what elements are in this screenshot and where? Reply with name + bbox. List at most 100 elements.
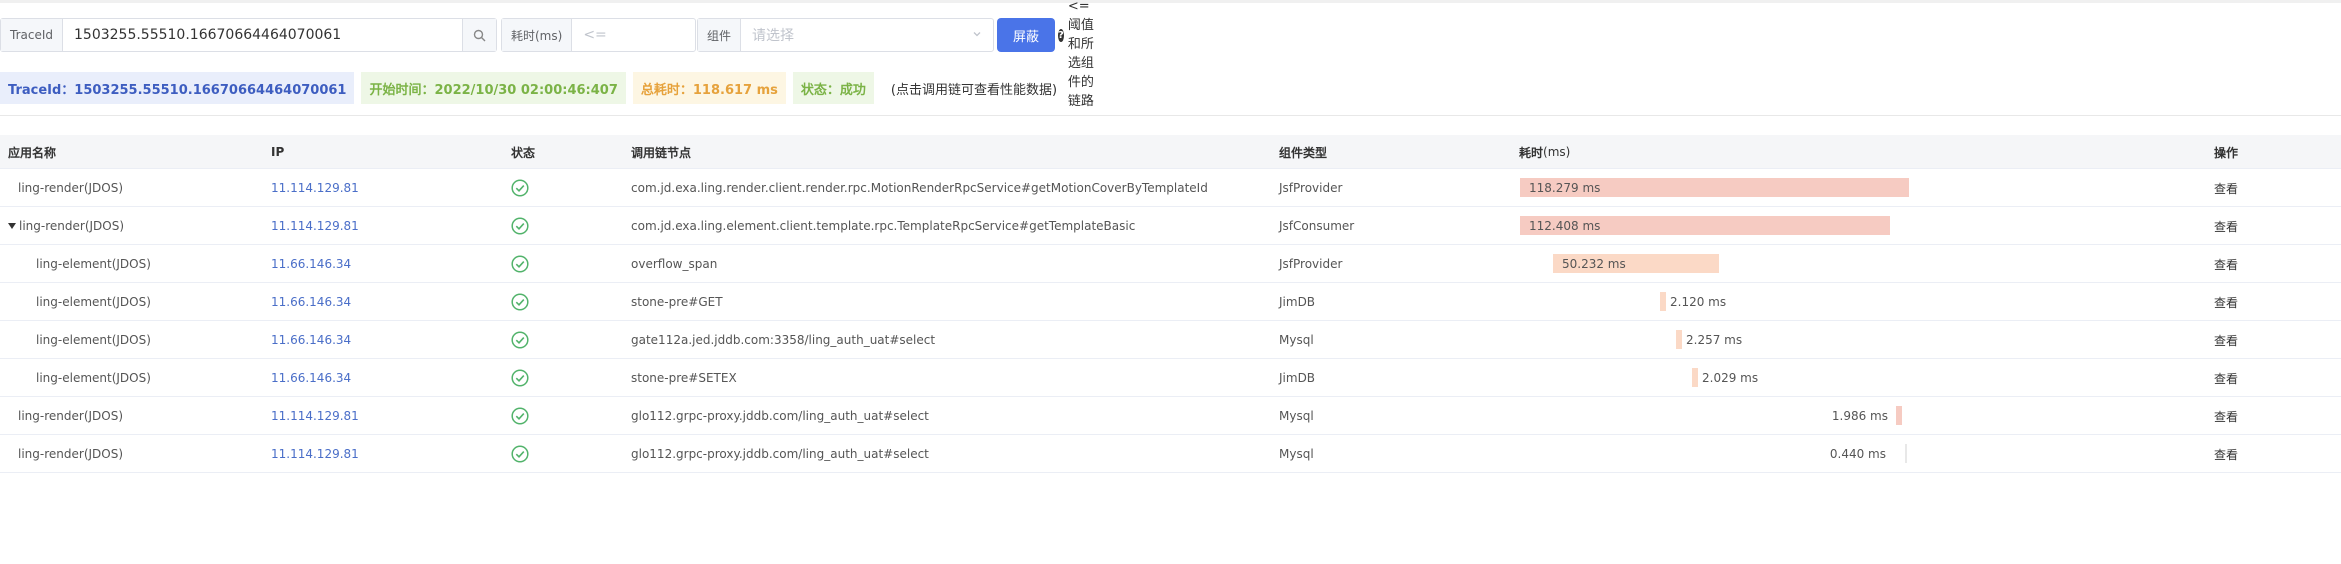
app-name-cell: ling-render(JDOS) [8, 207, 124, 245]
app-name: ling-element(JDOS) [36, 257, 151, 271]
app-name: ling-render(JDOS) [18, 447, 124, 461]
summary-hint: (点击调用链可查看性能数据) [890, 82, 1058, 98]
component-type: JsfProvider [1279, 181, 1343, 195]
duration-bar[interactable] [1905, 444, 1907, 463]
duration-bar[interactable]: 50.232 ms [1553, 254, 1719, 273]
component-type: JimDB [1279, 295, 1316, 309]
duration-value: 2.120 ms [1670, 295, 1727, 309]
call-node[interactable]: stone-pre#SETEX [631, 359, 737, 397]
call-node[interactable]: overflow_span [631, 245, 717, 283]
table-row[interactable]: ling-render(JDOS) 11.114.129.81 glo112.g… [0, 397, 2341, 435]
caret-down-icon[interactable] [8, 223, 16, 229]
header-type: 组件类型 [1279, 145, 1328, 160]
question-icon[interactable]: ? [1058, 28, 1064, 42]
traceid-label: TraceId [1, 19, 63, 51]
filter-button[interactable]: 屏蔽 [997, 18, 1055, 52]
view-link[interactable]: 查看 [2214, 359, 2238, 397]
component-label: 组件 [698, 19, 742, 51]
view-link[interactable]: 查看 [2214, 435, 2238, 473]
ip-link[interactable]: 11.66.146.34 [271, 283, 351, 321]
header-ip: IP [271, 145, 285, 159]
component-type: Mysql [1279, 333, 1314, 347]
table-row[interactable]: ling-element(JDOS) 11.66.146.34 gate112a… [0, 321, 2341, 359]
table-row[interactable]: ling-element(JDOS) 11.66.146.34 overflow… [0, 245, 2341, 283]
summary-traceid: TraceId：1503255.55510.16670664464070061 [0, 72, 355, 104]
view-link[interactable]: 查看 [2214, 207, 2238, 245]
duration-bar[interactable] [1896, 406, 1902, 425]
chevron-down-icon [972, 27, 982, 43]
summary-total-time: 总耗时：118.617 ms [632, 72, 786, 104]
duration-bar[interactable] [1676, 330, 1682, 349]
ip-link[interactable]: 11.66.146.34 [271, 359, 351, 397]
duration-label: 耗时(ms) [502, 19, 573, 51]
section-divider [0, 115, 2341, 116]
app-name: ling-render(JDOS) [18, 181, 124, 195]
header-app: 应用名称 [8, 145, 57, 160]
header-duration-unit: (ms) [1543, 145, 1571, 159]
component-select[interactable]: 请选择 [741, 19, 993, 51]
view-link[interactable]: 查看 [2214, 321, 2238, 359]
header-status: 状态 [511, 145, 536, 160]
duration-bar[interactable]: 118.279 ms [1520, 178, 1909, 197]
table-header: 应用名称 IP 状态 调用链节点 组件类型 耗时 (ms) 操作 [0, 135, 2341, 169]
call-node[interactable]: com.jd.exa.ling.element.client.template.… [631, 207, 1135, 245]
app-name: ling-render(JDOS) [18, 409, 124, 423]
duration-value: 2.029 ms [1702, 371, 1759, 385]
traceid-input-group: TraceId 1503255.55510.16670664464070061 [0, 18, 497, 52]
component-type: Mysql [1279, 447, 1314, 461]
summary-status: 状态：成功 [792, 72, 874, 104]
table-row[interactable]: ling-render(JDOS) 11.114.129.81 glo112.g… [0, 435, 2341, 473]
call-node[interactable]: stone-pre#GET [631, 283, 723, 321]
table-row[interactable]: ling-element(JDOS) 11.66.146.34 stone-pr… [0, 359, 2341, 397]
search-icon[interactable] [462, 19, 496, 51]
duration-input[interactable]: <= [572, 19, 695, 51]
ip-link[interactable]: 11.114.129.81 [271, 435, 359, 473]
header-node: 调用链节点 [631, 145, 692, 160]
ip-link[interactable]: 11.66.146.34 [271, 245, 351, 283]
app-name: ling-element(JDOS) [36, 295, 151, 309]
check-circle-icon [511, 397, 529, 435]
duration-input-group: 耗时(ms) <= [501, 18, 696, 52]
call-node[interactable]: glo112.grpc-proxy.jddb.com/ling_auth_uat… [631, 397, 929, 435]
trace-table: 应用名称 IP 状态 调用链节点 组件类型 耗时 (ms) 操作 ling-ren… [0, 135, 2341, 473]
check-circle-icon [511, 435, 529, 473]
help-hint: ? 过滤耗时<=阈值和所选组件的链路 [1058, 0, 1100, 109]
duration-bar[interactable] [1692, 368, 1698, 387]
ip-link[interactable]: 11.114.129.81 [271, 397, 359, 435]
view-link[interactable]: 查看 [2214, 245, 2238, 283]
check-circle-icon [511, 283, 529, 321]
component-select-group: 组件 请选择 [697, 18, 994, 52]
table-row[interactable]: ling-render(JDOS) 11.114.129.81 com.jd.e… [0, 169, 2341, 207]
app-name: ling-element(JDOS) [36, 333, 151, 347]
summary-start-time: 开始时间：2022/10/30 02:00:46:407 [361, 72, 626, 104]
call-node[interactable]: glo112.grpc-proxy.jddb.com/ling_auth_uat… [631, 435, 929, 473]
component-type: JsfConsumer [1279, 219, 1355, 233]
view-link[interactable]: 查看 [2214, 169, 2238, 207]
help-text: 过滤耗时<=阈值和所选组件的链路 [1067, 0, 1094, 109]
traceid-input[interactable]: 1503255.55510.16670664464070061 [63, 19, 462, 51]
view-link[interactable]: 查看 [2214, 397, 2238, 435]
table-row[interactable]: ling-render(JDOS) 11.114.129.81 com.jd.e… [0, 207, 2341, 245]
duration-bar[interactable]: 112.408 ms [1520, 216, 1890, 235]
call-node[interactable]: gate112a.jed.jddb.com:3358/ling_auth_uat… [631, 321, 935, 359]
check-circle-icon [511, 207, 529, 245]
duration-bar[interactable] [1660, 292, 1666, 311]
trace-summary: TraceId：1503255.55510.16670664464070061 … [0, 72, 1057, 104]
check-circle-icon [511, 321, 529, 359]
duration-value: 1.986 ms [1831, 409, 1888, 423]
component-type: JsfProvider [1279, 257, 1343, 271]
top-divider [0, 0, 2341, 3]
duration-value: 2.257 ms [1686, 333, 1743, 347]
component-select-placeholder: 请选择 [752, 28, 795, 44]
duration-value: 50.232 ms [1562, 256, 1626, 271]
ip-link[interactable]: 11.114.129.81 [271, 169, 359, 207]
check-circle-icon [511, 245, 529, 283]
table-row[interactable]: ling-element(JDOS) 11.66.146.34 stone-pr… [0, 283, 2341, 321]
duration-value: 0.440 ms [1829, 447, 1886, 461]
view-link[interactable]: 查看 [2214, 283, 2238, 321]
ip-link[interactable]: 11.66.146.34 [271, 321, 351, 359]
search-bar: TraceId 1503255.55510.16670664464070061 … [0, 0, 1100, 109]
component-type: Mysql [1279, 409, 1314, 423]
call-node[interactable]: com.jd.exa.ling.render.client.render.rpc… [631, 169, 1208, 207]
ip-link[interactable]: 11.114.129.81 [271, 207, 359, 245]
